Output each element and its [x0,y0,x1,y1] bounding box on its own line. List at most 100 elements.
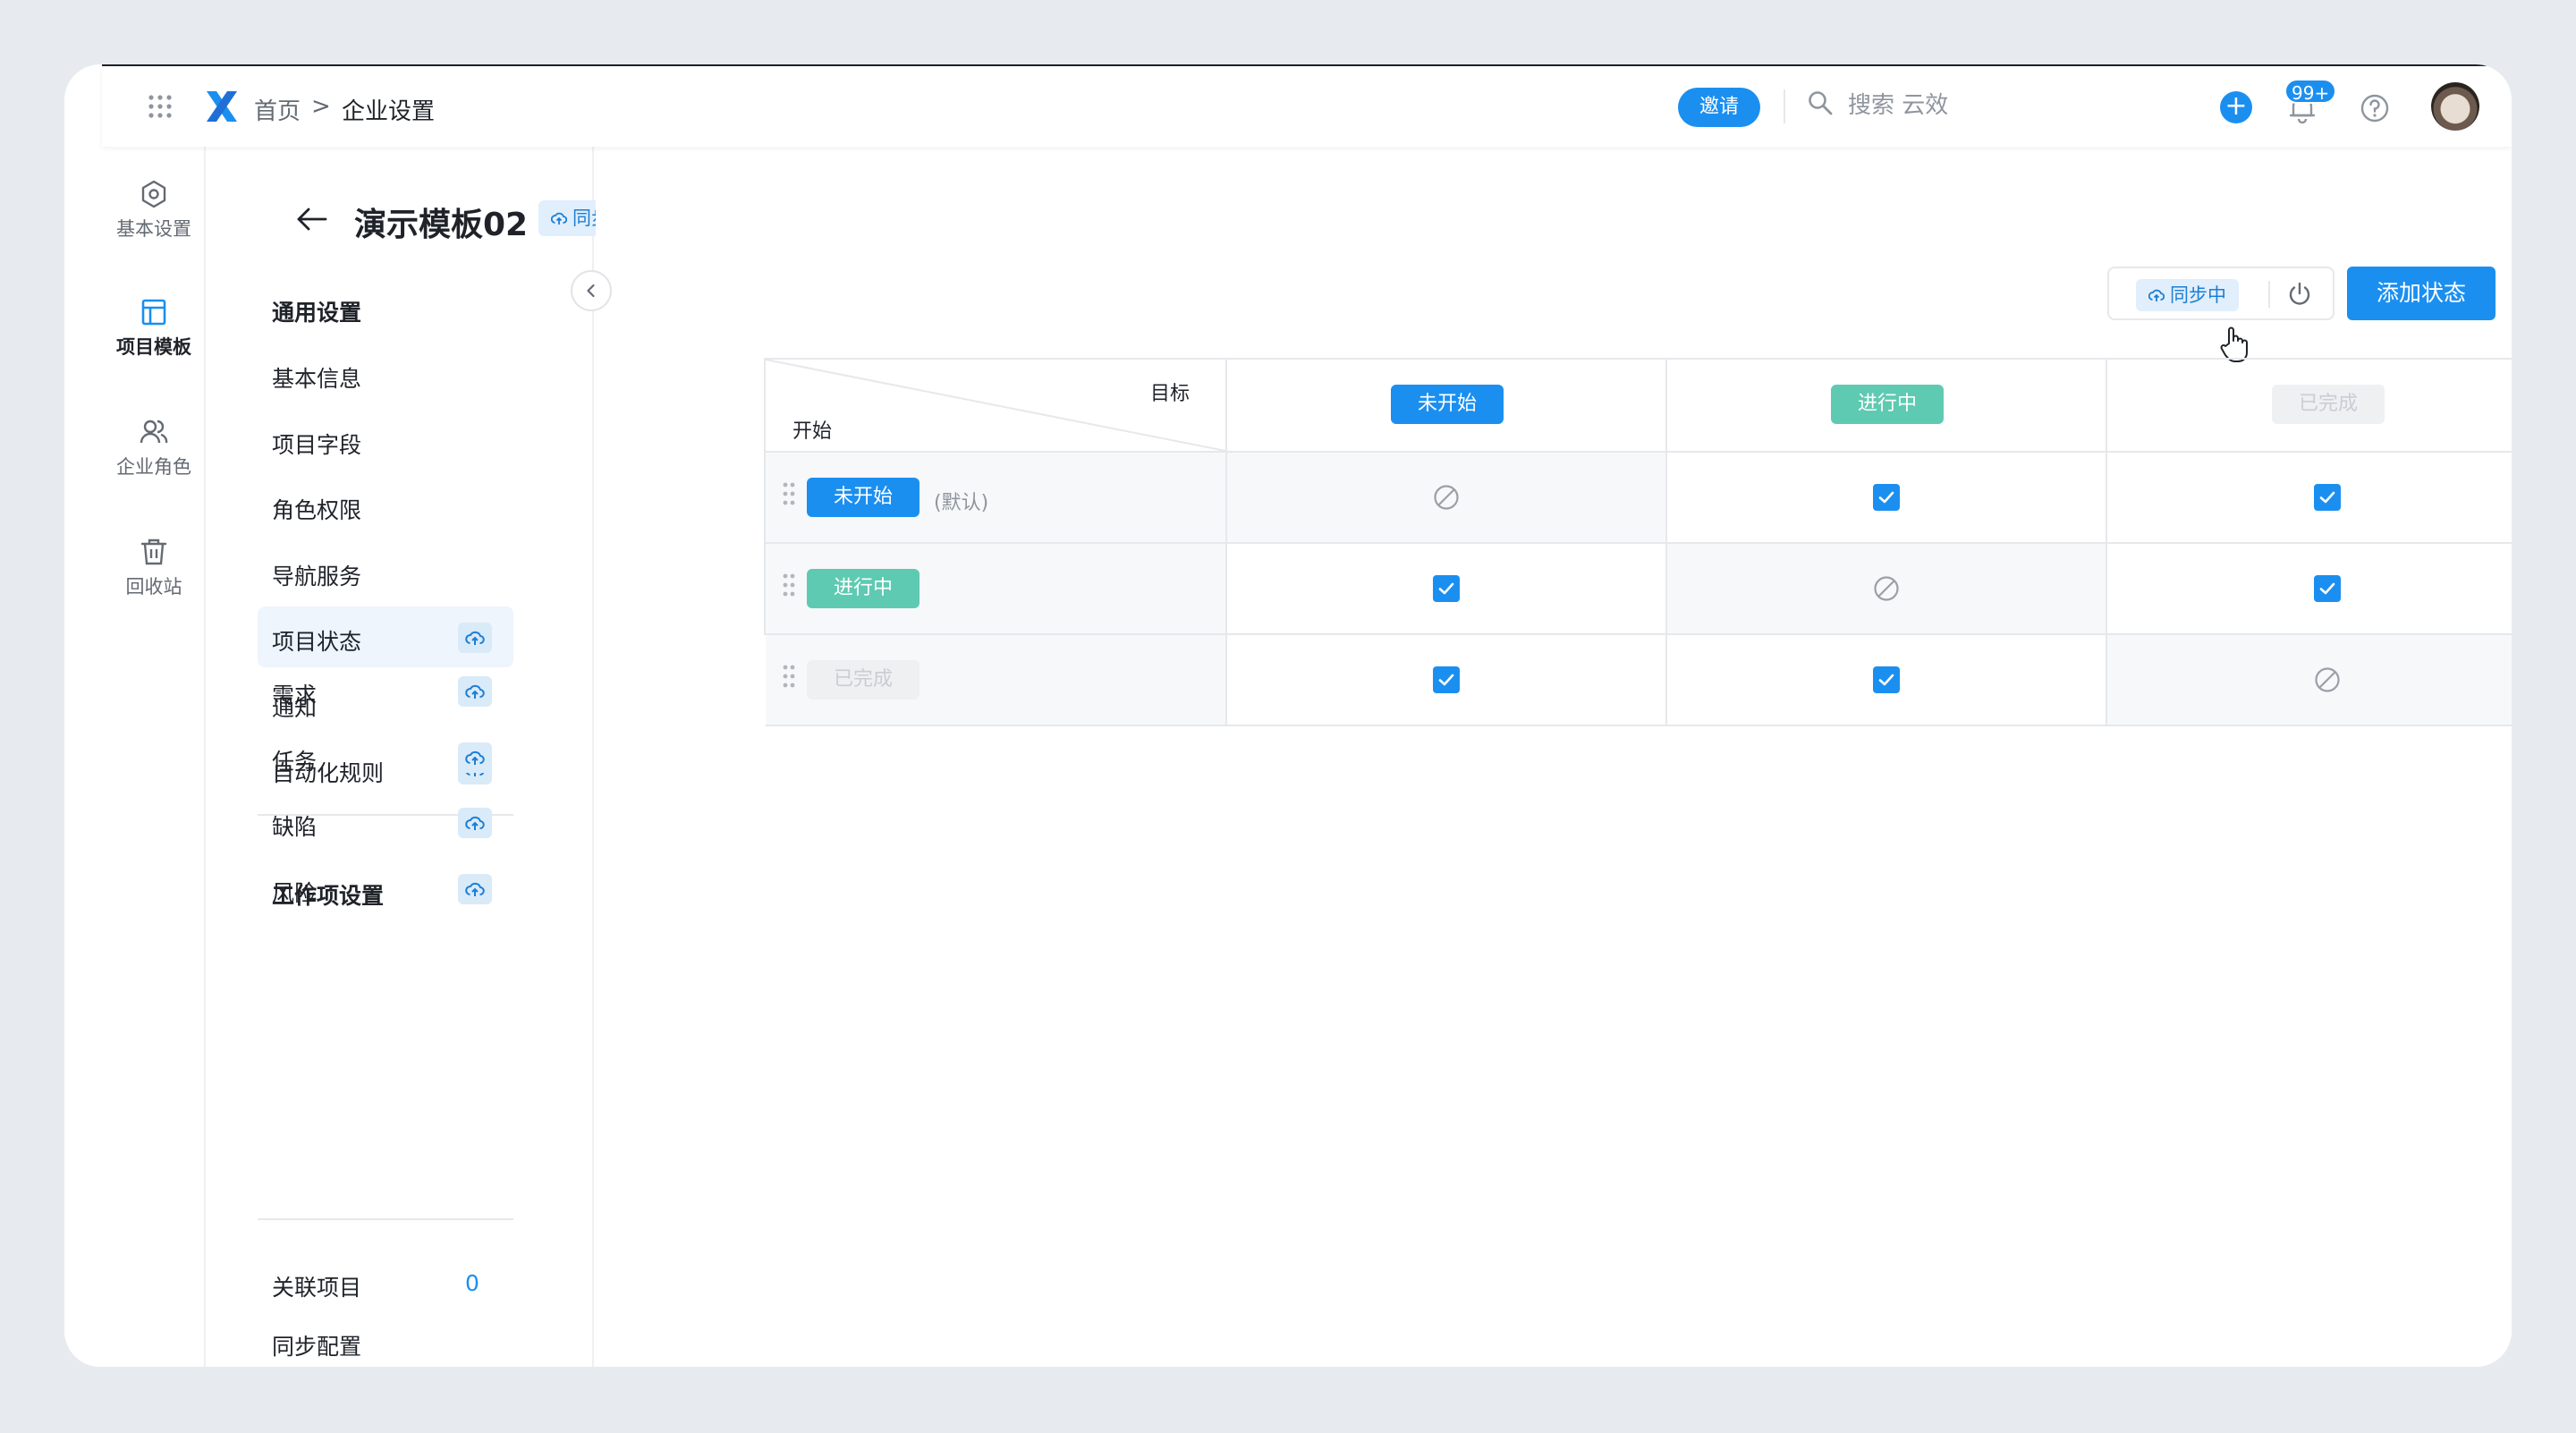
nav-item-label: 同步配置 [272,1334,362,1360]
nav-item[interactable]: 角色权限 [258,475,513,536]
settings-nav: 演示模板02 同步 通用设置 基本信息 项目字段 角色权限 导航服务 项目状态 通知 自动化… [206,147,623,1367]
cloud-sync-icon [465,684,485,699]
disabled-icon [1434,485,1459,510]
rail-item-label: 项目模板 [116,336,191,358]
breadcrumb-home[interactable]: 首页 [254,93,301,126]
nav-item-sync-config[interactable]: 同步配置 [258,1311,513,1367]
cloud-sync-icon [465,816,485,830]
checkbox-checked[interactable] [1433,575,1460,602]
apps-grid-icon[interactable] [147,93,174,120]
drag-handle-icon[interactable] [782,481,796,506]
template-icon [141,299,166,326]
cloud-sync-icon [2148,289,2165,301]
matrix-header-cell: 已完成 [2107,360,2512,453]
nav-item-label: 项目状态 [272,629,362,655]
checkbox-checked[interactable] [1873,484,1900,511]
matrix-cell [1227,453,1667,544]
matrix-row-header: 已完成 [766,635,1227,726]
cloud-sync-badge [458,873,492,904]
toolbar-divider [2268,281,2270,308]
general-settings-title: 通用设置 [272,300,362,326]
collapse-sidebar-button[interactable] [571,270,612,311]
nav-item-label: 任务 [272,748,318,775]
breadcrumb-separator: > [311,93,331,120]
avatar[interactable] [2431,82,2479,131]
default-note: (默认) [934,492,989,514]
nav-item-linked-projects[interactable]: 关联项目 0 [258,1252,513,1313]
nav-item-label: 关联项目 [272,1275,362,1301]
corner-target-label: 目标 [1149,383,1190,405]
app-window: 首页 > 企业设置 邀请 + 99+ 基本设置 [64,64,2512,1367]
matrix-row-header: 进行中 [766,544,1227,635]
rail-item-basic-settings[interactable]: 基本设置 [102,179,206,242]
add-status-button[interactable]: 添加状态 [2347,267,2496,320]
search-input[interactable] [1848,88,2116,123]
sync-toolbar: 同步中 [2107,267,2334,320]
nav-item[interactable]: 基本信息 [258,343,513,404]
matrix-cell [2107,544,2512,635]
logo-icon[interactable] [204,89,240,123]
matrix-cell [2107,635,2512,726]
back-arrow-icon[interactable] [295,206,327,233]
page-title: 演示模板02 [354,207,529,243]
rail-item-recycle-bin[interactable]: 回收站 [102,537,206,599]
nav-item-label: 导航服务 [272,563,362,589]
top-bar: 首页 > 企业设置 邀请 + 99+ [102,66,2512,147]
checkbox-checked[interactable] [1433,666,1460,693]
checkbox-checked[interactable] [2314,575,2341,602]
matrix-cell [1667,544,2107,635]
rail-item-enterprise-roles[interactable]: 企业角色 [102,417,206,479]
rail-item-label: 企业角色 [116,456,191,478]
help-icon[interactable] [2360,93,2390,123]
matrix-cell [1227,635,1667,726]
linked-projects-count: 0 [465,1270,479,1296]
app-frame: 首页 > 企业设置 邀请 + 99+ 基本设置 [102,64,2512,1367]
settings-hex-icon [141,180,166,208]
nav-item[interactable]: 项目状态 [258,606,513,667]
matrix-header-cell: 进行中 [1667,360,2107,453]
status-pill: 进行中 [807,569,920,608]
nav-item-label: 风险 [272,879,318,906]
cloud-sync-badge [458,742,492,773]
breadcrumb-current: 企业设置 [342,98,436,125]
nav-item[interactable]: 缺陷 [258,792,513,852]
invite-button[interactable]: 邀请 [1678,88,1760,127]
drag-handle-icon[interactable] [782,572,796,598]
nav-item[interactable]: 项目字段 [258,410,513,471]
status-transition-matrix: 目标 开始 未开始 进行中 已完成 未开始 (默认) 进行中 已完成 [764,358,2512,726]
plus-icon[interactable]: + [2220,91,2252,123]
nav-item[interactable]: 导航服务 [258,541,513,602]
nav-item[interactable]: 任务 [258,726,513,787]
power-icon[interactable] [2286,281,2313,308]
status-pill: 进行中 [1831,385,1945,424]
checkbox-checked[interactable] [2314,484,2341,511]
nav-item[interactable]: 需求 [258,660,513,721]
drag-handle-icon[interactable] [782,664,796,689]
cloud-sync-badge [458,676,492,707]
cloud-sync-icon [465,631,485,645]
cloud-sync-badge [458,808,492,838]
disabled-icon [2315,667,2340,692]
nav-item-label: 项目字段 [272,431,362,458]
matrix-cell [1667,635,2107,726]
corner-start-label: 开始 [792,420,833,443]
rail-item-label: 基本设置 [116,218,191,240]
icon-rail: 基本设置 项目模板 企业角色 回收站 [102,147,206,1367]
cloud-sync-icon [465,750,485,765]
cloud-sync-icon [551,212,567,225]
nav-item[interactable]: 风险 [258,858,513,919]
nav-item-label: 需求 [272,683,318,708]
checkbox-checked[interactable] [1873,666,1900,693]
rail-item-label: 回收站 [125,576,182,598]
status-pill: 已完成 [2272,385,2385,424]
matrix-row-header: 未开始 (默认) [766,453,1227,544]
syncing-tag[interactable]: 同步中 [2136,279,2239,311]
nav-item-label: 缺陷 [272,814,318,840]
chevron-left-icon [587,284,595,298]
users-icon [140,420,168,444]
nav-item-label: 基本信息 [272,366,362,392]
rail-item-project-template[interactable]: 项目模板 [102,297,206,360]
status-pill: 已完成 [807,660,920,700]
matrix-cell [2107,453,2512,544]
nav-item-label: 角色权限 [272,497,362,523]
